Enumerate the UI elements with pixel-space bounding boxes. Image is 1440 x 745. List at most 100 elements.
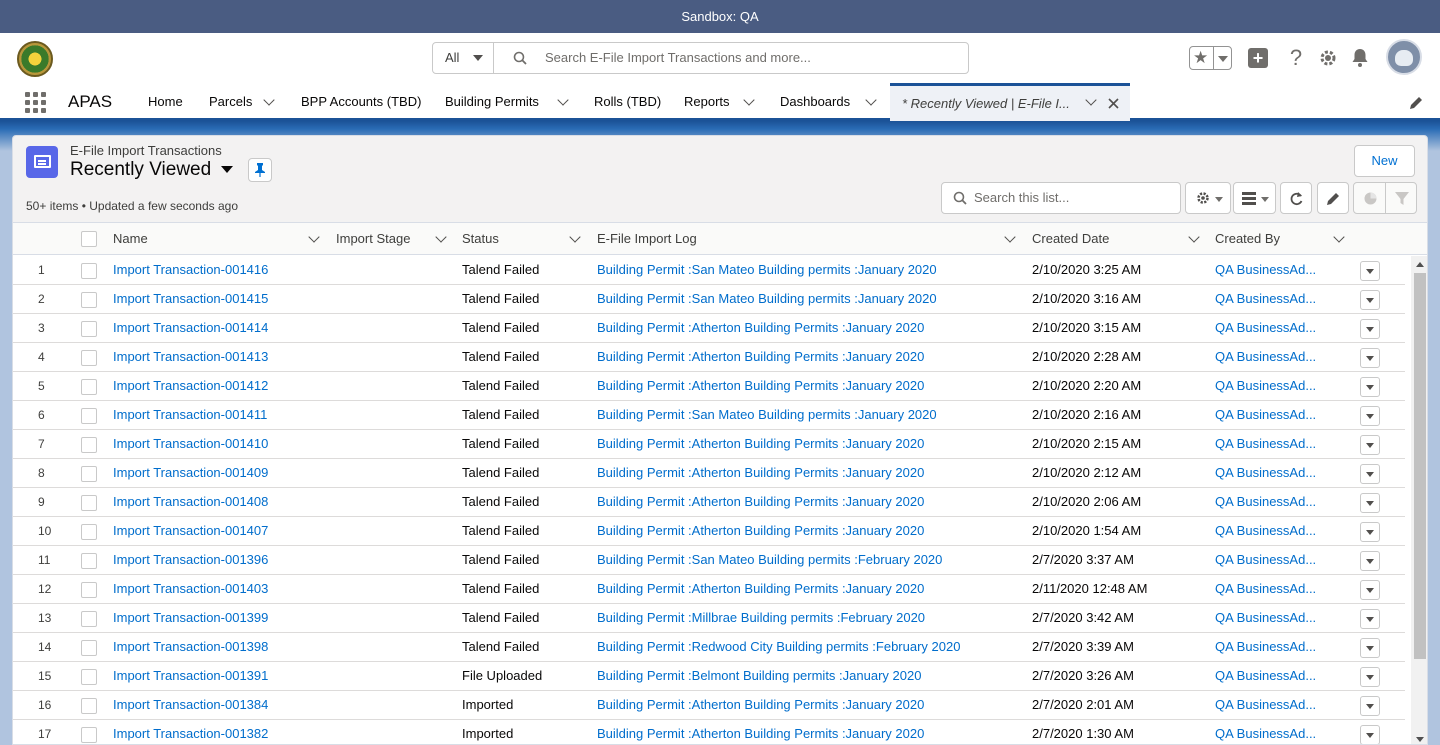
nav-item-rolls[interactable]: Rolls (TBD) [594,83,661,121]
created-by-link[interactable]: QA BusinessAd... [1215,633,1316,661]
row-checkbox[interactable] [81,437,97,453]
row-checkbox[interactable] [81,350,97,366]
chevron-down-icon[interactable] [743,94,755,106]
nav-item-dashboards[interactable]: Dashboards [780,83,850,121]
vertical-scrollbar[interactable] [1411,256,1427,744]
import-log-link[interactable]: Building Permit :Atherton Building Permi… [597,575,924,603]
chevron-down-icon[interactable] [865,94,877,106]
created-by-link[interactable]: QA BusinessAd... [1215,488,1316,516]
scroll-down-arrow[interactable] [1416,737,1424,742]
record-name-link[interactable]: Import Transaction-001409 [113,459,268,487]
created-by-link[interactable]: QA BusinessAd... [1215,256,1316,284]
row-checkbox[interactable] [81,321,97,337]
created-by-link[interactable]: QA BusinessAd... [1215,285,1316,313]
chevron-down-icon[interactable] [1004,231,1016,243]
chevron-down-icon[interactable] [1333,231,1345,243]
setup-gear-icon[interactable] [1316,46,1340,70]
column-header-import-stage[interactable]: Import Stage [336,223,410,255]
row-checkbox[interactable] [81,553,97,569]
record-name-link[interactable]: Import Transaction-001384 [113,691,268,719]
help-icon[interactable]: ? [1284,46,1308,70]
record-name-link[interactable]: Import Transaction-001410 [113,430,268,458]
row-actions-dropdown[interactable] [1360,725,1380,744]
row-checkbox[interactable] [81,727,97,743]
import-log-link[interactable]: Building Permit :Millbrae Building permi… [597,604,925,632]
chevron-down-icon[interactable] [1188,231,1200,243]
column-header-name[interactable]: Name [113,223,148,255]
row-checkbox[interactable] [81,495,97,511]
record-name-link[interactable]: Import Transaction-001407 [113,517,268,545]
new-button[interactable]: New [1354,145,1415,177]
row-checkbox[interactable] [81,669,97,685]
record-name-link[interactable]: Import Transaction-001382 [113,720,268,744]
chevron-down-icon[interactable] [435,231,447,243]
row-actions-dropdown[interactable] [1360,638,1380,658]
record-name-link[interactable]: Import Transaction-001408 [113,488,268,516]
row-checkbox[interactable] [81,466,97,482]
row-actions-dropdown[interactable] [1360,377,1380,397]
edit-nav-pencil-icon[interactable] [1408,95,1424,111]
row-actions-dropdown[interactable] [1360,522,1380,542]
record-name-link[interactable]: Import Transaction-001415 [113,285,268,313]
nav-item-parcels[interactable]: Parcels [209,83,252,121]
created-by-link[interactable]: QA BusinessAd... [1215,691,1316,719]
row-actions-dropdown[interactable] [1360,348,1380,368]
import-log-link[interactable]: Building Permit :Atherton Building Permi… [597,517,924,545]
record-name-link[interactable]: Import Transaction-001396 [113,546,268,574]
pin-list-button[interactable] [248,158,272,182]
select-all-checkbox[interactable] [81,231,97,247]
created-by-link[interactable]: QA BusinessAd... [1215,546,1316,574]
import-log-link[interactable]: Building Permit :Atherton Building Permi… [597,372,924,400]
record-name-link[interactable]: Import Transaction-001391 [113,662,268,690]
created-by-link[interactable]: QA BusinessAd... [1215,401,1316,429]
list-search-input[interactable]: Search this list... [941,182,1181,214]
row-actions-dropdown[interactable] [1360,609,1380,629]
row-actions-dropdown[interactable] [1360,493,1380,513]
list-settings-button[interactable] [1185,182,1231,214]
import-log-link[interactable]: Building Permit :San Mateo Building perm… [597,285,937,313]
row-actions-dropdown[interactable] [1360,261,1380,281]
row-actions-dropdown[interactable] [1360,406,1380,426]
import-log-link[interactable]: Building Permit :Atherton Building Permi… [597,488,924,516]
row-actions-dropdown[interactable] [1360,580,1380,600]
chevron-down-icon[interactable] [557,94,569,106]
search-input[interactable]: Search E-File Import Transactions and mo… [545,43,811,73]
record-name-link[interactable]: Import Transaction-001412 [113,372,268,400]
chevron-down-icon[interactable] [1085,94,1097,106]
row-checkbox[interactable] [81,379,97,395]
row-actions-dropdown[interactable] [1360,667,1380,687]
column-header-import-log[interactable]: E-File Import Log [597,223,697,255]
row-checkbox[interactable] [81,263,97,279]
import-log-link[interactable]: Building Permit :Atherton Building Permi… [597,459,924,487]
row-actions-dropdown[interactable] [1360,319,1380,339]
edit-list-button[interactable] [1317,182,1349,214]
created-by-link[interactable]: QA BusinessAd... [1215,662,1316,690]
import-log-link[interactable]: Building Permit :San Mateo Building perm… [597,546,942,574]
org-logo[interactable] [17,41,53,77]
nav-item-home[interactable]: Home [148,83,183,121]
import-log-link[interactable]: Building Permit :Redwood City Building p… [597,633,960,661]
record-name-link[interactable]: Import Transaction-001398 [113,633,268,661]
notifications-bell-icon[interactable] [1348,46,1372,70]
column-header-status[interactable]: Status [462,223,499,255]
scroll-up-arrow[interactable] [1416,262,1424,267]
nav-item-building-permits[interactable]: Building Permits [445,83,539,121]
user-avatar[interactable] [1386,39,1422,75]
chevron-down-icon[interactable] [221,166,233,173]
created-by-link[interactable]: QA BusinessAd... [1215,604,1316,632]
import-log-link[interactable]: Building Permit :Atherton Building Permi… [597,720,924,744]
import-log-link[interactable]: Building Permit :Atherton Building Permi… [597,430,924,458]
created-by-link[interactable]: QA BusinessAd... [1215,575,1316,603]
import-log-link[interactable]: Building Permit :Atherton Building Permi… [597,691,924,719]
nav-item-reports[interactable]: Reports [684,83,730,121]
row-checkbox[interactable] [81,611,97,627]
row-checkbox[interactable] [81,582,97,598]
filter-button[interactable] [1385,182,1417,214]
created-by-link[interactable]: QA BusinessAd... [1215,517,1316,545]
row-checkbox[interactable] [81,698,97,714]
import-log-link[interactable]: Building Permit :Atherton Building Permi… [597,343,924,371]
refresh-button[interactable] [1280,182,1312,214]
record-name-link[interactable]: Import Transaction-001414 [113,314,268,342]
created-by-link[interactable]: QA BusinessAd... [1215,430,1316,458]
chevron-down-icon[interactable] [1218,56,1228,62]
